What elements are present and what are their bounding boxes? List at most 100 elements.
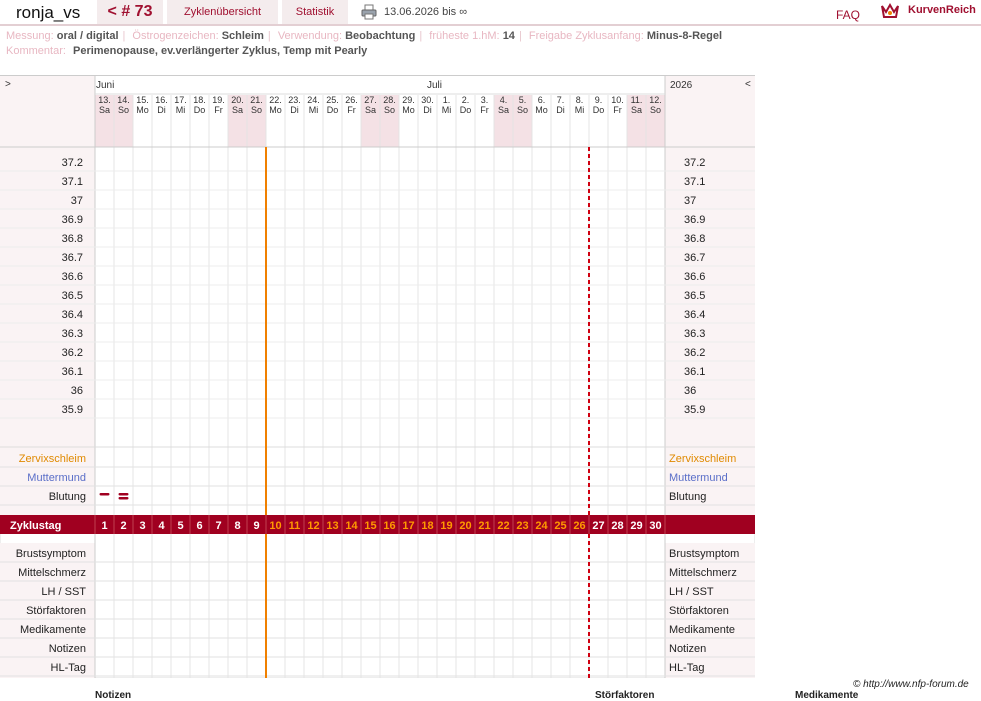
weekday-label: Sa	[232, 105, 243, 115]
day-number: 15.	[136, 95, 149, 105]
day-number: 17.	[174, 95, 187, 105]
symptom-label-left: Brustsymptom	[16, 548, 86, 560]
cycle-day-number: 27	[592, 520, 604, 532]
day-number: 27.	[364, 95, 377, 105]
cycle-day-number: 2	[120, 520, 126, 532]
temp-label-right: 35.9	[684, 404, 705, 416]
day-number: 25.	[326, 95, 339, 105]
weekday-label: Mo	[136, 105, 149, 115]
cycle-chart-svg: > <Juni Juli 202613.Sa14.So15.Mo16.Di17.Mi1…	[0, 74, 756, 679]
weekday-label: So	[650, 105, 661, 115]
day-number: 30.	[421, 95, 434, 105]
bleeding-mark	[118, 497, 129, 500]
observation-label-right: Blutung	[669, 491, 706, 503]
day-number: 29.	[402, 95, 415, 105]
weekday-label: Mo	[535, 105, 548, 115]
symptom-label-left: Mittelschmerz	[18, 567, 86, 579]
cycle-day-number: 15	[364, 520, 376, 532]
printer-icon[interactable]	[361, 4, 377, 20]
cycle-day-number: 14	[345, 520, 358, 532]
cycle-day-number: 22	[497, 520, 509, 532]
copyright: © http://www.nfp-forum.de	[853, 679, 969, 690]
day-number: 20.	[231, 95, 244, 105]
day-number: 12.	[649, 95, 662, 105]
temp-label-left: 36.4	[62, 309, 83, 321]
observation-label-right: Muttermund	[669, 472, 728, 484]
observation-label-right: Zervixschleim	[669, 453, 736, 465]
symptom-label-left: Notizen	[49, 643, 86, 655]
symptom-label-right: LH / SST	[669, 586, 714, 598]
day-number: 6.	[538, 95, 546, 105]
temp-label-left: 36.1	[62, 366, 83, 378]
month-label-july: Juli	[427, 80, 442, 91]
day-number: 11.	[631, 95, 643, 105]
weekday-label: Fr	[214, 105, 223, 115]
temp-label-right: 37.2	[684, 157, 705, 169]
temp-label-left: 36.7	[62, 252, 83, 264]
username: ronja_vs	[16, 3, 81, 22]
usage-label: Verwendung:	[277, 30, 343, 42]
day-number: 28.	[383, 95, 396, 105]
day-number: 10.	[611, 95, 624, 105]
medication-heading: Medikamente	[795, 690, 859, 701]
cycle-day-number: 20	[459, 520, 471, 532]
cycle-day-number: 17	[402, 520, 414, 532]
temp-label-left: 35.9	[62, 404, 83, 416]
weekday-label: Di	[157, 105, 166, 115]
cycle-day-number: 29	[630, 520, 642, 532]
weekday-label: Mi	[176, 105, 186, 115]
brand-name[interactable]: KurvenReich	[908, 4, 976, 16]
previous-cycle-link[interactable]: < # 73	[97, 0, 163, 24]
settings-line: Messung: oral / digital | Östrogenzeichen…	[6, 30, 723, 42]
weekday-label: So	[251, 105, 262, 115]
weekday-label: Di	[290, 105, 299, 115]
nav-prev-arrow[interactable]: <	[745, 79, 751, 90]
temp-label-right: 36	[684, 385, 696, 397]
temp-label-right: 36.1	[684, 366, 705, 378]
temp-label-left: 37.1	[62, 176, 83, 188]
symptom-label-right: Störfaktoren	[669, 605, 729, 617]
day-number: 5.	[519, 95, 527, 105]
day-number: 21.	[250, 95, 263, 105]
crown-logo-icon[interactable]	[880, 2, 900, 20]
temp-label-right: 36.4	[684, 309, 705, 321]
tab-statistics[interactable]: Statistik	[282, 0, 348, 24]
weekday-label: Fr	[480, 105, 489, 115]
comment-label: Kommentar:	[6, 45, 66, 57]
weekday-label: Mo	[402, 105, 415, 115]
temp-label-right: 36.6	[684, 271, 705, 283]
date-range: 13.06.2026 bis ∞	[384, 6, 468, 18]
temp-label-right: 37	[684, 195, 696, 207]
estrogen-value: Schleim	[221, 30, 264, 42]
temp-label-left: 36.3	[62, 328, 83, 340]
day-number: 1.	[443, 95, 451, 105]
release-value: Minus-8-Regel	[646, 30, 723, 42]
symptom-label-right: Medikamente	[669, 624, 735, 636]
earliest-value: 14	[502, 30, 515, 42]
temp-label-right: 36.8	[684, 233, 705, 245]
day-number: 4.	[500, 95, 508, 105]
cycle-day-number: 1	[101, 520, 107, 532]
faq-link[interactable]: FAQ	[836, 8, 860, 22]
tab-cycle-overview[interactable]: Zyklenübersicht	[167, 0, 278, 24]
temp-label-right: 36.9	[684, 214, 705, 226]
symptom-label-left: HL-Tag	[51, 662, 86, 674]
observation-label-left: Muttermund	[27, 472, 86, 484]
top-bar: ronja_vs < # 73 Zyklenübersicht Statisti…	[0, 0, 981, 26]
temp-label-right: 37.1	[684, 176, 705, 188]
nav-next-arrow[interactable]: >	[5, 79, 11, 90]
day-number: 23.	[288, 95, 301, 105]
day-number: 9.	[595, 95, 603, 105]
symptom-label-left: LH / SST	[41, 586, 86, 598]
cycle-day-label: Zyklustag	[10, 520, 61, 532]
release-label: Freigabe Zyklusanfang:	[528, 30, 644, 42]
chart-frame	[0, 74, 756, 679]
day-number: 13.	[98, 95, 111, 105]
weekday-label: Mi	[575, 105, 585, 115]
earliest-label: früheste 1.hM:	[429, 30, 500, 42]
comment-line: Kommentar: Perimenopause, ev.verlängerte…	[6, 45, 367, 57]
cycle-day-number: 9	[253, 520, 259, 532]
day-number: 16.	[155, 95, 168, 105]
month-label-june: Juni	[96, 80, 114, 91]
weekday-label: Mi	[442, 105, 452, 115]
